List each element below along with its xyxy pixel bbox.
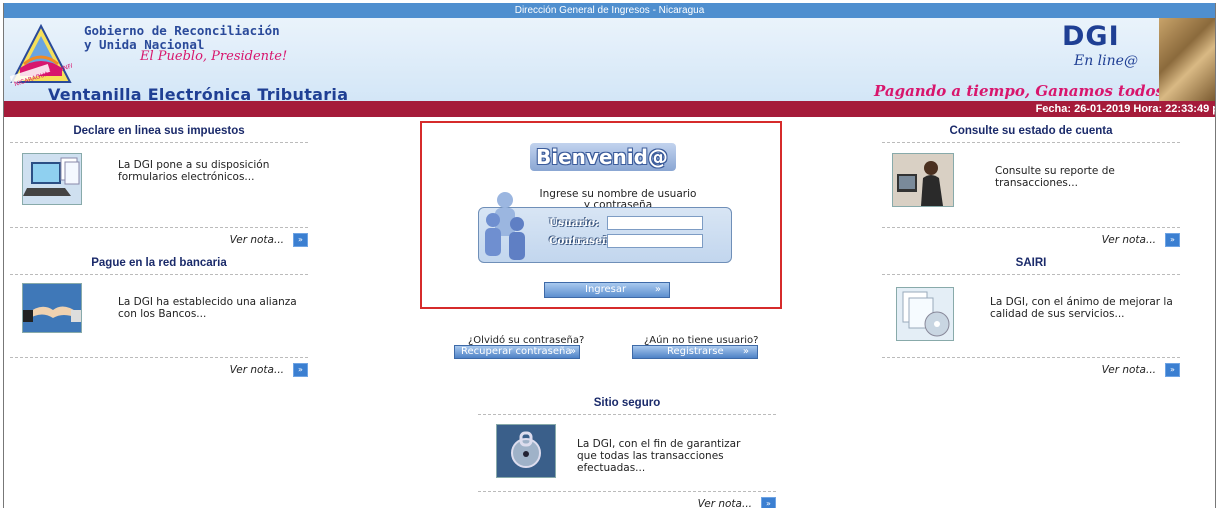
ingresar-button[interactable]: Ingresar » [544, 282, 670, 298]
dgi-logo: DGI [1062, 21, 1120, 52]
secure-lock-icon [496, 424, 556, 478]
login-form: Usuario: Contraseña: [478, 192, 732, 263]
mural-image [1159, 18, 1215, 101]
person-computer-icon [892, 153, 954, 207]
panel-title: Pague en la red bancaria [10, 257, 308, 275]
panel-footer: Ver nota... » [478, 491, 776, 508]
recover-password-label: Recuperar contraseña [461, 346, 572, 357]
panel-account-status: Consulte su estado de cuenta Consulte su… [882, 125, 1180, 247]
panel-bank: Pague en la red bancaria La DGI ha estab… [10, 257, 308, 377]
page-frame: Dirección General de Ingresos - Nicaragu… [3, 3, 1216, 508]
panel-footer: Ver nota... » [882, 357, 1180, 377]
government-name-line1: Gobierno de Reconciliación [84, 23, 280, 38]
ingresar-arrow-icon: » [654, 284, 661, 295]
panel-title: Consulte su estado de cuenta [882, 125, 1180, 143]
ingresar-label: Ingresar [585, 284, 627, 295]
panel-title: Sitio seguro [478, 397, 776, 415]
recover-arrow-icon: » [569, 346, 576, 357]
government-slogan: El Pueblo, Presidente! [140, 49, 288, 64]
ver-nota-link[interactable]: Ver nota... [1102, 234, 1156, 246]
panel-secure-site: Sitio seguro La DGI, con el fin de garan… [478, 397, 776, 508]
panel-title: SAIRI [882, 257, 1180, 275]
dgi-online-tagline: En line@ [1074, 53, 1138, 69]
panel-body: La DGI ha establecido una alianza con lo… [10, 275, 308, 357]
panel-text: La DGI pone a su disposición formularios… [118, 159, 270, 183]
tax-slogan: Pagando a tiempo, Ganamos todos!! [874, 82, 1178, 100]
panel-text: Consulte su reporte de transacciones... [995, 165, 1115, 189]
ver-nota-arrow-button[interactable]: » [1165, 363, 1180, 377]
top-title-bar: Dirección General de Ingresos - Nicaragu… [4, 3, 1215, 18]
users-icon [485, 192, 525, 260]
login-box: Bienvenid@ Ingrese su nombre de usuario … [420, 121, 782, 309]
panel-declare: Declare en linea sus impuestos La DGI po… [10, 125, 308, 247]
register-button[interactable]: Registrarse » [632, 345, 758, 359]
ver-nota-link[interactable]: Ver nota... [698, 498, 752, 508]
recover-password-button[interactable]: Recuperar contraseña » [454, 345, 580, 359]
panel-text: La DGI, con el ánimo de mejorar la calid… [990, 296, 1173, 320]
panel-text: La DGI ha establecido una alianza con lo… [118, 296, 297, 320]
panel-title: Declare en linea sus impuestos [10, 125, 308, 143]
date-time-bar: Fecha: 26-01-2019 Hora: 22:33:49 p [4, 101, 1215, 117]
panel-sairi: SAIRI La DGI, con el ánimo de mejorar la… [882, 257, 1180, 377]
panel-footer: Ver nota... » [10, 227, 308, 247]
panel-footer: Ver nota... » [882, 227, 1180, 247]
handshake-icon [22, 283, 82, 333]
date-time-text: Fecha: 26-01-2019 Hora: 22:33:49 p [1035, 103, 1216, 115]
ver-nota-arrow-button[interactable]: » [761, 497, 776, 508]
site-title: Dirección General de Ingresos - Nicaragu… [514, 5, 705, 16]
ver-nota-link[interactable]: Ver nota... [230, 234, 284, 246]
laptop-forms-icon [22, 153, 82, 205]
panel-text: La DGI, con el fin de garantizar que tod… [577, 438, 741, 474]
welcome-title: Bienvenid@ [536, 145, 668, 169]
ver-nota-link[interactable]: Ver nota... [230, 364, 284, 376]
username-label: Usuario: [549, 217, 599, 229]
header-banner: NICARAGUA TRIUNFA! Gobierno de Reconcili… [4, 18, 1215, 104]
cd-documents-icon [896, 287, 954, 341]
register-label: Registrarse [667, 346, 724, 357]
ver-nota-link[interactable]: Ver nota... [1102, 364, 1156, 376]
ver-nota-arrow-button[interactable]: » [293, 363, 308, 377]
government-logo-icon: NICARAGUA TRIUNFA! [10, 24, 72, 86]
panel-body: Consulte su reporte de transacciones... [882, 143, 1180, 227]
register-arrow-icon: » [742, 346, 749, 357]
username-input[interactable] [607, 216, 703, 230]
panel-body: La DGI pone a su disposición formularios… [10, 143, 308, 227]
password-input[interactable] [607, 234, 703, 248]
panel-body: La DGI, con el fin de garantizar que tod… [478, 415, 776, 491]
panel-footer: Ver nota... » [10, 357, 308, 377]
ver-nota-arrow-button[interactable]: » [293, 233, 308, 247]
ver-nota-arrow-button[interactable]: » [1165, 233, 1180, 247]
panel-body: La DGI, con el ánimo de mejorar la calid… [882, 275, 1180, 357]
